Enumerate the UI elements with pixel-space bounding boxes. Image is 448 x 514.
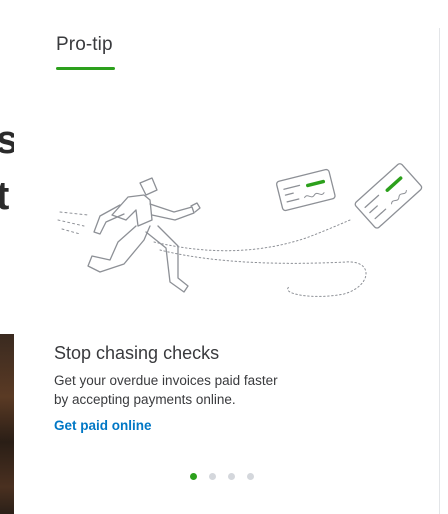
- background-heading-fragment: s: [0, 118, 14, 162]
- carousel-dot-1[interactable]: [190, 473, 197, 480]
- next-card-edge[interactable]: [439, 28, 448, 514]
- pro-tip-panel: s t Pro-tip Stop chasing checks Get your…: [0, 0, 448, 514]
- card-title: Pro-tip: [56, 34, 113, 55]
- get-paid-online-link[interactable]: Get paid online: [54, 418, 152, 433]
- tip-description-line: Get your overdue invoices paid faster: [54, 373, 278, 388]
- tip-description: Get your overdue invoices paid faster by…: [54, 371, 334, 409]
- running-person-checks-illustration-icon: [57, 163, 423, 297]
- carousel-dot-2[interactable]: [209, 473, 216, 480]
- background-photo: [0, 334, 14, 514]
- carousel-dot-3[interactable]: [228, 473, 235, 480]
- tip-headline: Stop chasing checks: [54, 343, 220, 363]
- tip-description-line: by accepting payments online.: [54, 392, 236, 407]
- carousel-pagination: [190, 473, 254, 480]
- pro-tip-card: Pro-tip Stop chasing checks Get your ove…: [14, 0, 438, 514]
- background-heading-fragment: t: [0, 174, 10, 218]
- carousel-dot-4[interactable]: [247, 473, 254, 480]
- background-page-strip: s t: [0, 0, 14, 514]
- title-underline: [56, 67, 115, 70]
